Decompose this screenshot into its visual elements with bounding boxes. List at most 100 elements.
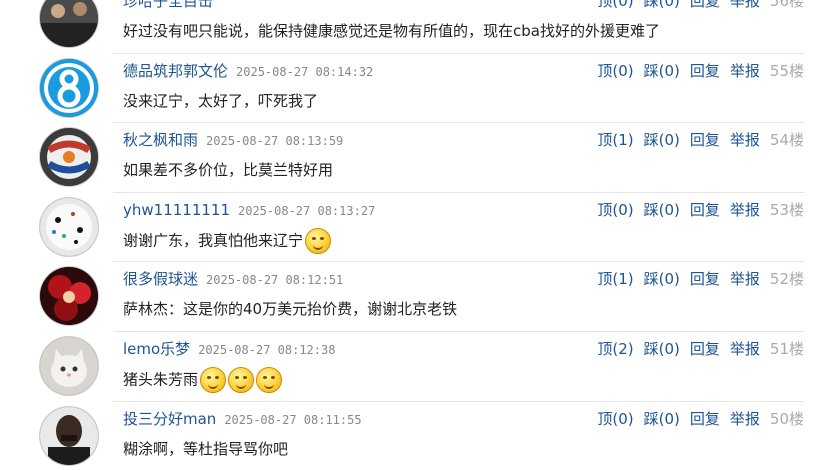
- floor-number: 53楼: [769, 200, 804, 219]
- comment-timestamp: 2025-08-27 08:13:27: [238, 203, 376, 218]
- reply-button[interactable]: 回复: [690, 340, 720, 358]
- floor-number: 55楼: [769, 61, 804, 80]
- comment-actions: 顶(0) 踩(0) 回复 举报 50楼: [587, 409, 804, 429]
- comment-separator: [113, 330, 804, 332]
- report-button[interactable]: 举报: [730, 410, 760, 428]
- reply-button[interactable]: 回复: [690, 201, 720, 219]
- comment-actions: 顶(1) 踩(0) 回复 举报 54楼: [587, 130, 804, 150]
- downvote-button[interactable]: 踩(0): [644, 0, 680, 10]
- comment-separator: [113, 261, 804, 263]
- comment-timestamp: 2025-08-27 08:13:59: [206, 134, 344, 149]
- user-avatar[interactable]: [40, 58, 98, 117]
- comment-timestamp: 2025-08-27 08:14:32: [236, 64, 374, 79]
- comment-item: 珍哈子全目击 顶(0) 踩(0) 回复 举报 56楼好过没有吧只能说，能保持健康感觉还是物…: [0, 0, 840, 53]
- comment-actions: 顶(1) 踩(0) 回复 举报 52楼: [587, 269, 804, 289]
- upvote-button[interactable]: 顶(2): [597, 340, 633, 358]
- floor-number: 54楼: [769, 131, 804, 150]
- downvote-button[interactable]: 踩(0): [644, 62, 680, 80]
- upvote-button[interactable]: 顶(0): [597, 201, 633, 219]
- username-link[interactable]: 珍哈子全目击: [123, 0, 213, 10]
- comment-separator: [113, 400, 804, 402]
- smile-emoji-icon: [305, 227, 332, 254]
- username-link[interactable]: 秋之枫和雨: [123, 131, 198, 149]
- comment-item: lemo乐梦 2025-08-27 08:12:38 顶(2) 踩(0) 回复 举报 51楼…: [0, 330, 840, 401]
- comment-text: 萨林杰：这是你的40万美元抬价费，谢谢北京老铁: [123, 300, 458, 319]
- user-avatar[interactable]: [40, 197, 98, 256]
- report-button[interactable]: 举报: [730, 131, 760, 149]
- comment-timestamp: 2025-08-27 08:12:38: [198, 342, 336, 357]
- reply-button[interactable]: 回复: [690, 62, 720, 80]
- reply-button[interactable]: 回复: [690, 270, 720, 288]
- report-button[interactable]: 举报: [730, 0, 760, 10]
- comment-content: 好过没有吧只能说，能保持健康感觉还是物有所值的，现在cba找好的外援更难了: [123, 19, 660, 43]
- comment-meta: 秋之枫和雨 2025-08-27 08:13:59: [123, 130, 343, 150]
- reply-button[interactable]: 回复: [690, 410, 720, 428]
- upvote-button[interactable]: 顶(0): [597, 62, 633, 80]
- username-link[interactable]: lemo乐梦: [123, 340, 190, 358]
- user-avatar[interactable]: [40, 406, 98, 465]
- comment-timestamp: 2025-08-27 08:12:51: [206, 273, 344, 288]
- comment-actions: 顶(2) 踩(0) 回复 举报 51楼: [587, 339, 804, 359]
- downvote-button[interactable]: 踩(0): [644, 340, 680, 358]
- comment-text: 没来辽宁，太好了，吓死我了: [123, 91, 319, 110]
- comment-timestamp: 2025-08-27 08:11:55: [224, 412, 362, 427]
- username-link[interactable]: 德品筑邦郭文伦: [123, 62, 228, 80]
- reply-button[interactable]: 回复: [690, 131, 720, 149]
- downvote-button[interactable]: 踩(0): [644, 131, 680, 149]
- comment-text: 糊涂啊，等杜指导骂你吧: [123, 439, 289, 458]
- report-button[interactable]: 举报: [730, 201, 760, 219]
- user-avatar[interactable]: [40, 0, 98, 47]
- report-button[interactable]: 举报: [730, 340, 760, 358]
- comment-actions: 顶(0) 踩(0) 回复 举报 56楼: [587, 0, 804, 11]
- comment-text: 猪头朱芳雨: [123, 370, 199, 389]
- report-button[interactable]: 举报: [730, 62, 760, 80]
- comment-content: 谢谢广东，我真怕他来辽宁: [123, 227, 332, 254]
- comment-meta: yhw11111111 2025-08-27 08:13:27: [123, 200, 375, 220]
- username-link[interactable]: 投三分好man: [123, 410, 216, 428]
- comment-actions: 顶(0) 踩(0) 回复 举报 53楼: [587, 200, 804, 220]
- upvote-button[interactable]: 顶(1): [597, 131, 633, 149]
- comment-content: 没来辽宁，太好了，吓死我了: [123, 89, 318, 113]
- upvote-button[interactable]: 顶(0): [597, 410, 633, 428]
- comment-separator: [113, 122, 804, 124]
- floor-number: 51楼: [769, 339, 804, 358]
- upvote-button[interactable]: 顶(1): [597, 270, 633, 288]
- comment-meta: 珍哈子全目击: [123, 0, 221, 11]
- comment-meta: lemo乐梦 2025-08-27 08:12:38: [123, 339, 335, 359]
- comment-content: 如果差不多价位，比莫兰特好用: [123, 158, 333, 182]
- comment-meta: 德品筑邦郭文伦 2025-08-27 08:14:32: [123, 61, 373, 81]
- floor-number: 50楼: [769, 409, 804, 428]
- comment-text: 谢谢广东，我真怕他来辽宁: [123, 231, 304, 250]
- smile-emoji-icon: [200, 366, 227, 393]
- smile-emoji-icon: [256, 366, 283, 393]
- smile-emoji-icon: [228, 366, 255, 393]
- username-link[interactable]: yhw11111111: [123, 201, 230, 219]
- comment-content: 猪头朱芳雨: [123, 366, 283, 393]
- downvote-button[interactable]: 踩(0): [644, 270, 680, 288]
- comment-content: 糊涂啊，等杜指导骂你吧: [123, 437, 288, 461]
- reply-button[interactable]: 回复: [690, 0, 720, 10]
- comment-separator: [113, 191, 804, 193]
- floor-number: 52楼: [769, 270, 804, 289]
- comment-list: 珍哈子全目击 顶(0) 踩(0) 回复 举报 56楼 好过没有吧只能说，能保持健康感觉还是物…: [0, 0, 840, 470]
- comment-item: 德品筑邦郭文伦 2025-08-27 08:14:32 顶(0) 踩(0) 回复 举报 55…: [0, 52, 840, 123]
- comment-meta: 投三分好man 2025-08-27 08:11:55: [123, 409, 362, 429]
- comment-item: 投三分好man 2025-08-27 08:11:55 顶(0) 踩(0) 回复 举报 50…: [0, 400, 840, 470]
- comment-text: 好过没有吧只能说，能保持健康感觉还是物有所值的，现在cba找好的外援更难了: [123, 22, 660, 40]
- user-avatar[interactable]: [40, 267, 98, 326]
- username-link[interactable]: 很多假球迷: [123, 270, 198, 288]
- comment-content: 萨林杰：这是你的40万美元抬价费，谢谢北京老铁: [123, 297, 457, 321]
- comment-text: 如果差不多价位，比莫兰特好用: [123, 161, 334, 180]
- downvote-button[interactable]: 踩(0): [644, 410, 680, 428]
- comment-item: 秋之枫和雨 2025-08-27 08:13:59 顶(1) 踩(0) 回复 举报 54楼如…: [0, 122, 840, 192]
- comment-item: 很多假球迷 2025-08-27 08:12:51 顶(1) 踩(0) 回复 举报 52楼萨…: [0, 261, 840, 331]
- user-avatar[interactable]: [40, 128, 98, 187]
- report-button[interactable]: 举报: [730, 270, 760, 288]
- comment-actions: 顶(0) 踩(0) 回复 举报 55楼: [587, 61, 804, 81]
- upvote-button[interactable]: 顶(0): [597, 0, 633, 10]
- floor-number: 56楼: [769, 0, 804, 10]
- downvote-button[interactable]: 踩(0): [644, 201, 680, 219]
- user-avatar[interactable]: [40, 336, 98, 395]
- comment-separator: [113, 52, 804, 54]
- comment-meta: 很多假球迷 2025-08-27 08:12:51: [123, 269, 343, 289]
